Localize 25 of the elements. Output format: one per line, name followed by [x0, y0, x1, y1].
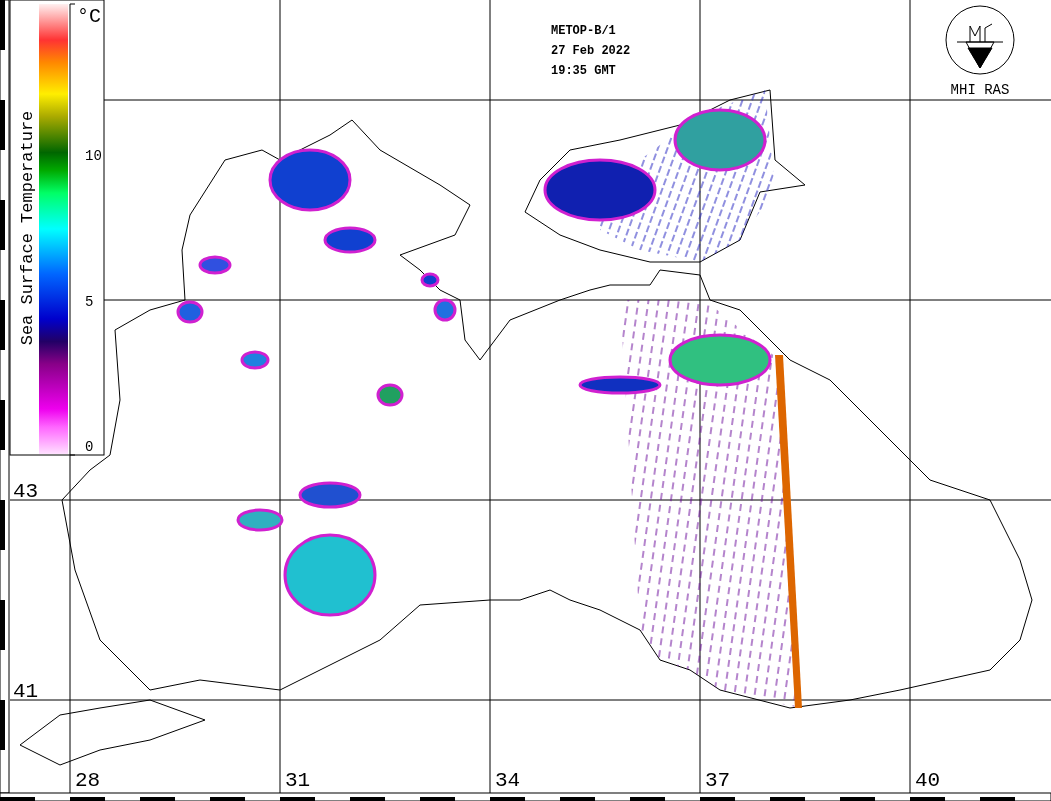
temperature-patch: [376, 383, 404, 407]
latitude-label: 41: [13, 680, 39, 703]
temperature-patch: [323, 226, 377, 254]
tick-label: 0: [85, 439, 94, 455]
tick-label: 10: [85, 148, 102, 164]
pass-info-text: METOP-B/1: [551, 24, 616, 38]
temperature-patch: [240, 350, 270, 370]
pass-info-text: 19:35 GMT: [551, 64, 616, 78]
pass-info-text: 27 Feb 2022: [551, 44, 631, 58]
logo-caption: MHI RAS: [950, 82, 1010, 98]
longitude-label: 28: [75, 769, 101, 792]
temperature-patch: [176, 300, 204, 324]
longitude-label: 37: [705, 769, 731, 792]
temperature-patch: [298, 481, 362, 509]
legend-title: Sea Surface Temperature: [18, 110, 37, 346]
longitude-label: 31: [285, 769, 311, 792]
longitude-label: 40: [915, 769, 941, 792]
tick-label: 5: [85, 293, 94, 310]
institute-logo-icon: [945, 5, 1015, 75]
latitude-label: 43: [13, 480, 39, 503]
temperature-patch: [433, 298, 457, 322]
temperature-patch: [420, 272, 440, 288]
longitude-label: 34: [495, 769, 521, 792]
temperature-patch: [198, 255, 232, 275]
unit-label: °C: [77, 5, 101, 28]
